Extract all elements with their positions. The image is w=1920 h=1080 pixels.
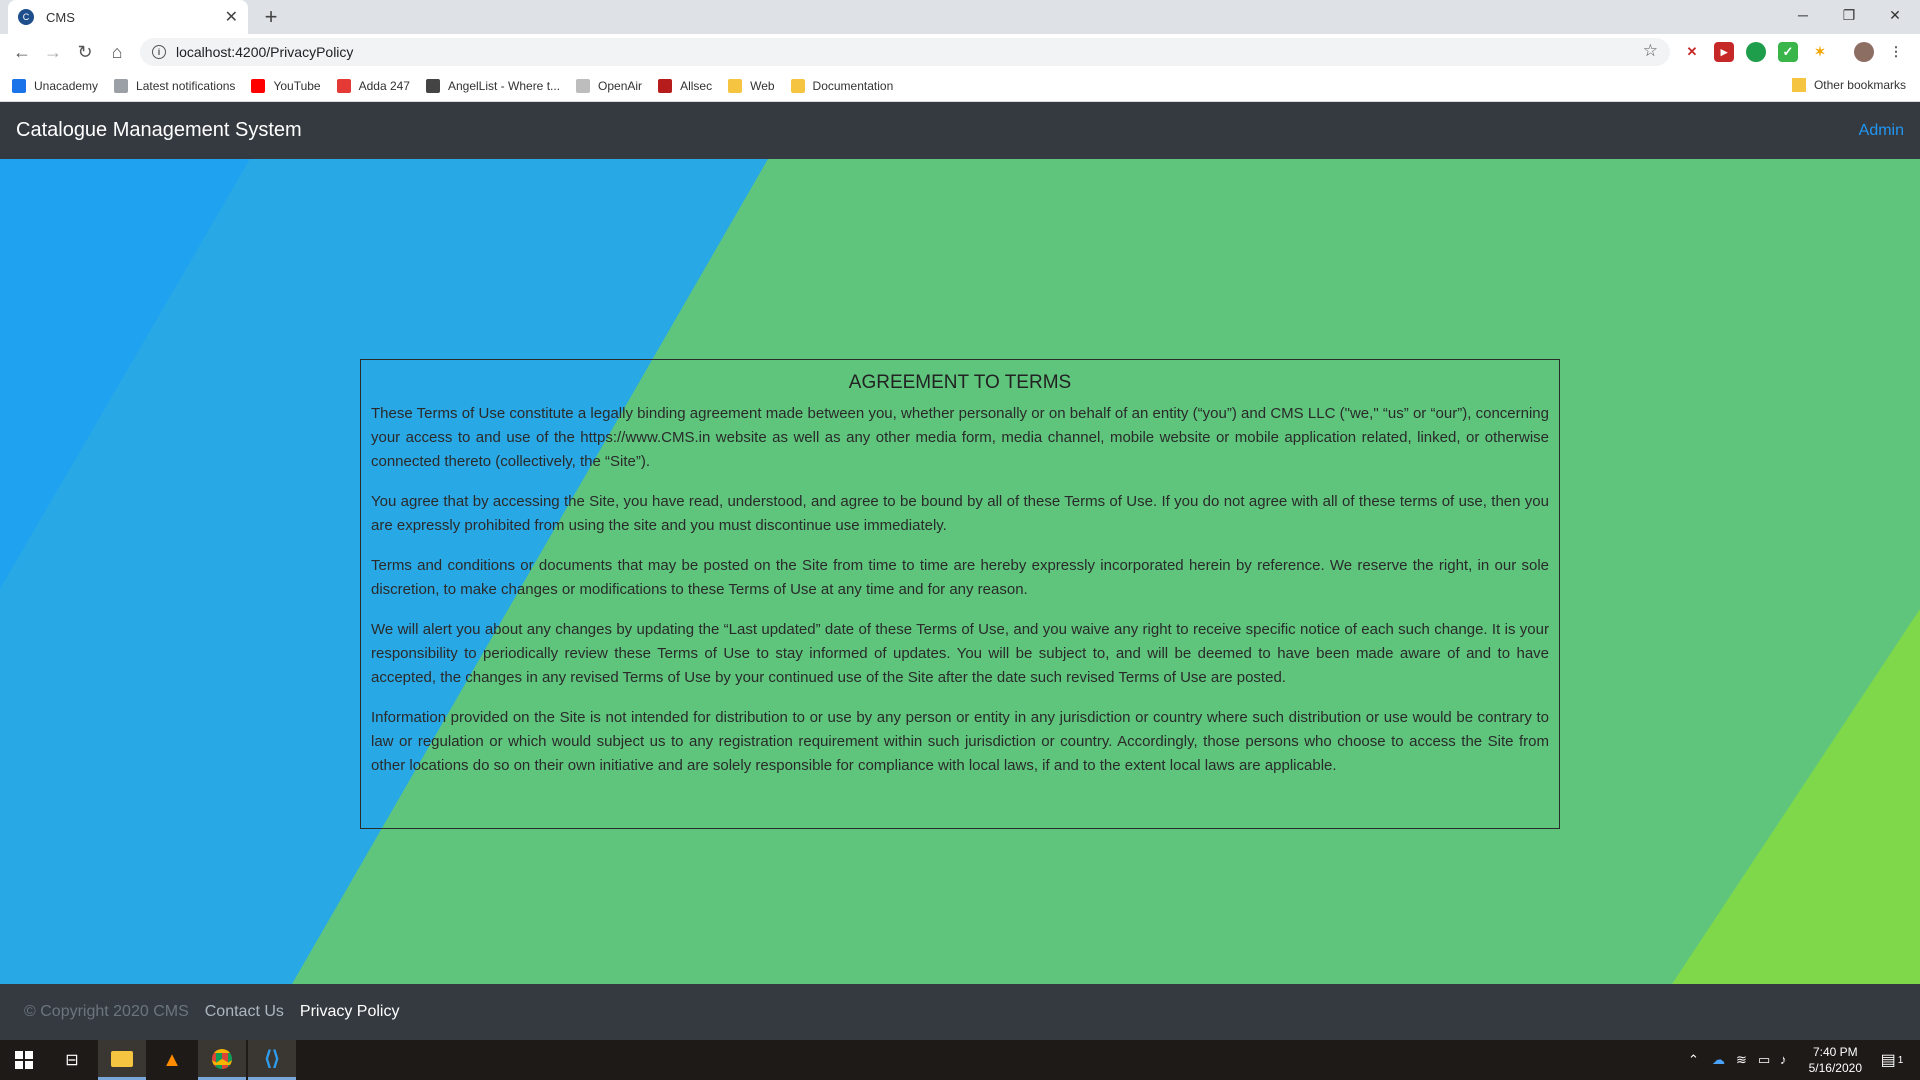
terms-paragraph: We will alert you about any changes by u…	[371, 621, 1549, 686]
site-favicon-icon: C	[18, 9, 34, 25]
browser-tabstrip: C CMS ✕ + ─ ❐ ✕	[0, 0, 1920, 34]
terms-box: AGREEMENT TO TERMS These Terms of Use co…	[360, 359, 1560, 829]
vscode-icon: ⟨⟩	[264, 1048, 280, 1070]
allsec-icon	[658, 78, 673, 93]
clock-date: 5/16/2020	[1808, 1061, 1862, 1075]
taskbar-clock[interactable]: 7:40 PM 5/16/2020	[1809, 1044, 1862, 1076]
openair-icon	[576, 78, 591, 93]
browser-tab[interactable]: C CMS ✕	[8, 0, 248, 34]
copyright-text: © Copyright 2020 CMS	[24, 1003, 189, 1020]
youtube-icon	[251, 78, 266, 93]
admin-link[interactable]: Admin	[1859, 122, 1904, 140]
task-view-button[interactable]: ⊟	[48, 1040, 96, 1080]
minimize-icon[interactable]: ─	[1780, 0, 1826, 30]
battery-icon[interactable]: ▭	[1758, 1052, 1770, 1068]
bookmarks-bar: Unacademy Latest notifications YouTube A…	[0, 70, 1920, 102]
terms-paragraph: You agree that by accessing the Site, yo…	[371, 493, 1549, 534]
tray-chevron-icon[interactable]: ⌃	[1688, 1052, 1699, 1068]
terms-paragraph: Terms and conditions or documents that m…	[371, 557, 1549, 598]
menu-kebab-icon[interactable]: ⋮	[1886, 42, 1906, 62]
bookmark-adda247[interactable]: Adda 247	[336, 78, 410, 93]
forward-icon[interactable]: →	[41, 40, 65, 64]
folder-icon	[1791, 78, 1806, 92]
lime-corner	[1672, 609, 1920, 984]
main-content: AGREEMENT TO TERMS These Terms of Use co…	[0, 159, 1920, 984]
extension-x-icon[interactable]: ✕	[1682, 42, 1702, 62]
clock-time: 7:40 PM	[1812, 1045, 1858, 1059]
taskbar-chrome[interactable]	[198, 1040, 246, 1080]
folder-icon	[790, 78, 805, 93]
restore-icon[interactable]: ❐	[1826, 0, 1872, 30]
tab-title: CMS	[46, 9, 75, 25]
notifications-icon	[114, 78, 129, 93]
windows-taskbar: ⊟ ▲ ⟨⟩ ⌃ ☁ ≋ ▭ ♪ 7:40 PM 5/16/2020 ▤ 1	[0, 1040, 1920, 1080]
terms-title: AGREEMENT TO TERMS	[848, 372, 1072, 393]
new-tab-icon[interactable]: +	[258, 4, 284, 30]
app-footer: © Copyright 2020 CMS Contact Us Privacy …	[0, 984, 1920, 1040]
bookmark-allsec[interactable]: Allsec	[658, 78, 712, 93]
privacy-link[interactable]: Privacy Policy	[300, 1003, 400, 1021]
tab-close-icon[interactable]: ✕	[225, 7, 238, 27]
bookmark-documentation[interactable]: Documentation	[790, 78, 893, 93]
extension-video-icon[interactable]: ▸	[1714, 42, 1734, 62]
bookmark-openair[interactable]: OpenAir	[576, 78, 642, 93]
other-bookmarks[interactable]: Other bookmarks	[1791, 78, 1906, 92]
chrome-icon	[212, 1048, 232, 1069]
address-bar[interactable]: i localhost:4200/PrivacyPolicy ☆	[140, 38, 1670, 66]
bookmark-web[interactable]: Web	[728, 78, 775, 93]
extension-grammar-icon[interactable]	[1746, 42, 1766, 62]
browser-toolbar: ← → ↻ ⌂ i localhost:4200/PrivacyPolicy ☆…	[0, 34, 1920, 70]
url-text: localhost:4200/PrivacyPolicy	[176, 44, 354, 60]
contact-link[interactable]: Contact Us	[205, 1003, 284, 1021]
terms-paragraph: Information provided on the Site is not …	[371, 709, 1549, 774]
brand-title[interactable]: Catalogue Management System	[16, 119, 302, 142]
onedrive-icon[interactable]: ☁	[1712, 1052, 1725, 1068]
extension-shield-icon[interactable]: ✓	[1778, 42, 1798, 62]
profile-avatar[interactable]	[1854, 42, 1874, 62]
folder-icon	[111, 1050, 133, 1067]
adda-icon	[336, 78, 351, 93]
vlc-icon: ▲	[162, 1048, 182, 1071]
taskbar-vscode[interactable]: ⟨⟩	[248, 1040, 296, 1080]
bookmark-star-icon[interactable]: ☆	[1643, 41, 1658, 61]
extension-star-icon[interactable]: ✶	[1810, 42, 1830, 62]
back-icon[interactable]: ←	[10, 40, 34, 64]
app-navbar: Catalogue Management System Admin	[0, 102, 1920, 159]
bookmark-notifications[interactable]: Latest notifications	[114, 78, 235, 93]
taskbar-file-explorer[interactable]	[98, 1040, 146, 1080]
notification-icon: ▤	[1880, 1052, 1896, 1069]
bookmark-unacademy[interactable]: Unacademy	[12, 78, 98, 93]
home-icon[interactable]: ⌂	[105, 40, 129, 64]
volume-icon[interactable]: ♪	[1780, 1052, 1787, 1067]
taskbar-vlc[interactable]: ▲	[148, 1040, 196, 1080]
notification-center[interactable]: ▤ 1	[1868, 1040, 1916, 1080]
unacademy-icon	[12, 78, 26, 93]
reload-icon[interactable]: ↻	[73, 40, 97, 64]
notification-count: 1	[1897, 1054, 1904, 1066]
site-info-icon[interactable]: i	[152, 45, 166, 59]
bookmark-youtube[interactable]: YouTube	[251, 78, 321, 93]
windows-icon	[15, 1051, 33, 1069]
folder-icon	[728, 78, 743, 93]
bookmark-angellist[interactable]: AngelList - Where t...	[425, 78, 560, 93]
wifi-icon[interactable]: ≋	[1736, 1052, 1747, 1068]
start-button[interactable]	[0, 1040, 48, 1080]
window-close-icon[interactable]: ✕	[1872, 0, 1918, 30]
task-view-icon: ⊟	[65, 1052, 79, 1069]
terms-paragraph: These Terms of Use constitute a legally …	[371, 405, 1549, 470]
angellist-icon	[425, 78, 440, 93]
